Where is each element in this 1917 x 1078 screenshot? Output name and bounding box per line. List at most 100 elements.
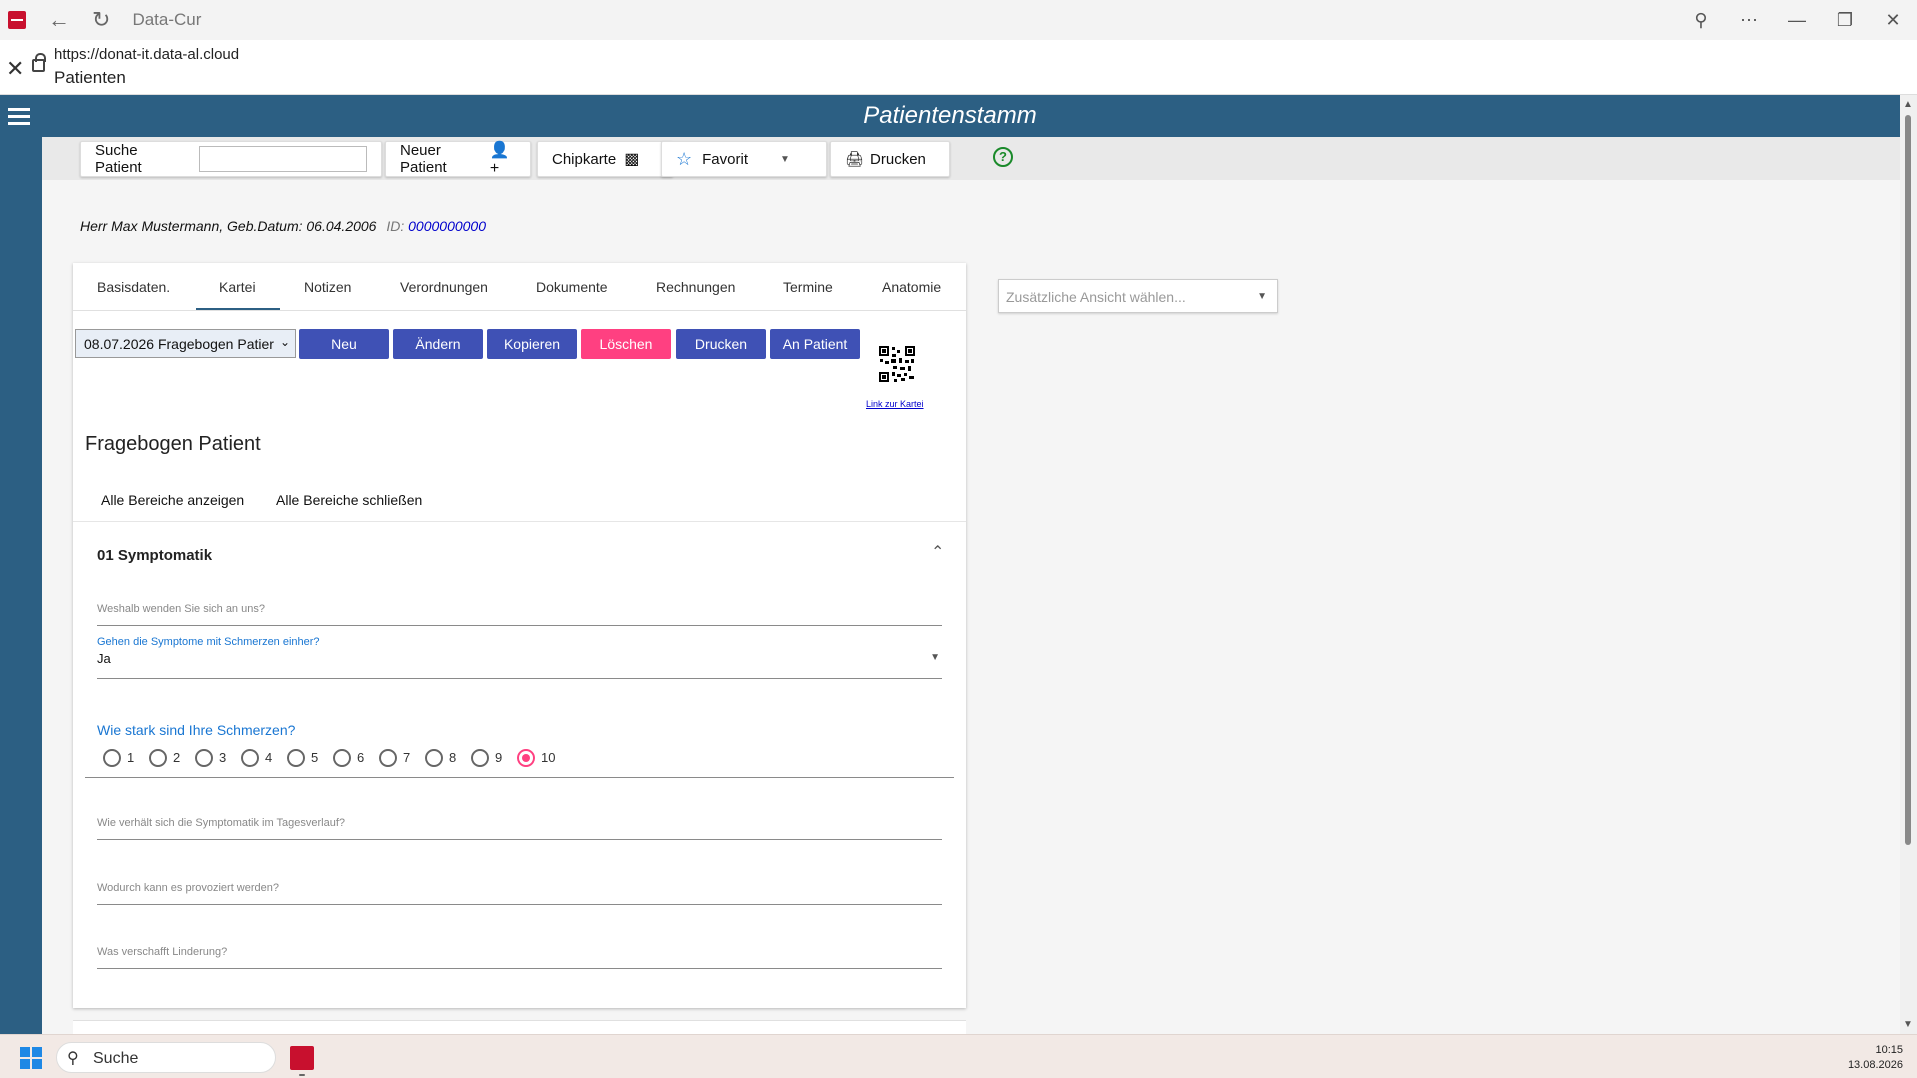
sim-card-icon: ▩ [624,151,640,168]
chevron-up-icon[interactable]: ⌃ [931,542,944,562]
patient-summary: Herr Max Mustermann, Geb.Datum: 06.04.20… [80,218,486,234]
minimize-icon[interactable]: — [1773,10,1821,31]
tab-anatomie[interactable]: Anatomie [882,279,941,295]
chipcard-label: Chipkarte [552,150,617,168]
search-patient-group: Suche Patient [80,141,382,177]
radio-label-10: 10 [541,750,556,765]
radio-label-1: 1 [127,750,135,765]
patient-toolbar: Suche Patient Neuer Patient 👤+ Chipkarte… [42,137,1900,180]
taskbar-search-label: Suche [93,1050,139,1067]
search-patient-label: Suche Patient [95,142,142,176]
patient-card: Basisdaten. Kartei Notizen Verordnungen … [73,263,966,1008]
zoom-icon[interactable]: ⚲ [1677,10,1725,31]
page-title: Patienten [54,68,126,87]
tab-verordnungen[interactable]: Verordnungen [400,279,488,295]
tab-basisdaten[interactable]: Basisdaten. [97,279,170,295]
restore-icon[interactable]: ❐ [1821,10,1869,31]
additional-view-select[interactable]: Zusätzliche Ansicht wählen... ▼ [998,279,1278,313]
reason-placeholder: Weshalb wenden Sie sich an uns? [97,603,265,615]
tab-kartei[interactable]: Kartei [219,279,256,295]
help-icon[interactable]: ? [993,147,1013,167]
card-link[interactable]: Link zur Kartei [866,399,924,409]
next-card-edge [73,1020,966,1034]
search-patient-input[interactable] [199,146,367,172]
relief-placeholder: Was verschafft Linderung? [97,946,228,958]
close-icon[interactable]: ✕ [6,58,24,80]
search-icon: ⚲ [67,1050,79,1067]
os-taskbar: ⚲ Suche 10:15 13.08.2026 [0,1034,1917,1078]
radio-6[interactable] [333,749,351,767]
print-button[interactable]: 🖨 Drucken [830,141,950,177]
copy-record-button[interactable]: Kopieren [487,329,577,359]
qr-code-icon[interactable] [878,345,916,383]
close-window-icon[interactable]: ✕ [1869,10,1917,31]
chipcard-button[interactable]: Chipkarte ▩ [537,141,673,177]
delete-record-button[interactable]: Löschen [581,329,671,359]
scroll-up-icon[interactable]: ▲ [1903,99,1913,110]
provocation-field[interactable]: Wodurch kann es provoziert werden? [97,874,942,905]
taskbar-search[interactable]: ⚲ Suche [56,1042,276,1073]
new-patient-button[interactable]: Neuer Patient 👤+ [385,141,531,177]
page-scrollbar[interactable]: ▲ ▼ [1900,95,1917,1034]
radio-7[interactable] [379,749,397,767]
windows-start-icon[interactable] [20,1047,42,1069]
radio-1[interactable] [103,749,121,767]
radio-4[interactable] [241,749,259,767]
data-al-app-icon[interactable] [290,1046,314,1070]
patient-name-dob: Herr Max Mustermann, Geb.Datum: 06.04.20… [80,218,377,234]
system-clock[interactable]: 10:15 13.08.2026 [1848,1043,1903,1073]
pain-select[interactable]: Gehen die Symptome mit Schmerzen einher?… [97,636,942,679]
radio-label-6: 6 [357,750,365,765]
radio-label-7: 7 [403,750,411,765]
radio-5[interactable] [287,749,305,767]
tab-rechnungen[interactable]: Rechnungen [656,279,735,295]
edit-record-button[interactable]: Ändern [393,329,483,359]
chevron-down-icon: ▼ [1257,291,1267,302]
close-all-sections-button[interactable]: Alle Bereiche schließen [276,492,422,508]
radio-label-9: 9 [495,750,503,765]
clock-date: 13.08.2026 [1847,1059,1903,1071]
reason-field[interactable]: Weshalb wenden Sie sich an uns? [97,595,942,626]
radio-9[interactable] [471,749,489,767]
pain-value: Ja [97,651,111,666]
relief-field[interactable]: Was verschafft Linderung? [97,938,942,969]
new-record-button[interactable]: Neu [299,329,389,359]
clock-time: 10:15 [1875,1044,1903,1056]
scroll-down-icon[interactable]: ▼ [1903,1019,1913,1030]
send-to-patient-button[interactable]: An Patient [770,329,860,359]
tab-notizen[interactable]: Notizen [304,279,351,295]
radio-10[interactable] [517,749,535,767]
print-record-button[interactable]: Drucken [676,329,766,359]
pain-intensity-label: Wie stark sind Ihre Schmerzen? [97,722,296,738]
radio-label-4: 4 [265,750,273,765]
favorite-dropdown[interactable]: ☆ Favorit ▼ [661,141,827,177]
section-title[interactable]: 01 Symptomatik [97,547,212,564]
radio-8[interactable] [425,749,443,767]
radio-label-2: 2 [173,750,181,765]
tab-termine[interactable]: Termine [783,279,833,295]
radio-label-5: 5 [311,750,319,765]
browser-titlebar: ← ↻ Data-Cur ⚲ ⋯ — ❐ ✕ [0,0,1917,40]
radio-label-3: 3 [219,750,227,765]
daily-course-field[interactable]: Wie verhält sich die Symptomatik im Tage… [97,809,942,840]
add-person-icon: 👤+ [489,142,510,177]
print-label: Drucken [870,150,926,168]
radio-3[interactable] [195,749,213,767]
scroll-thumb[interactable] [1905,115,1911,845]
record-select[interactable]: 08.07.2026 Fragebogen Patier ⌄ [75,329,296,358]
window-controls: ⚲ ⋯ — ❐ ✕ [1677,0,1917,40]
chevron-down-icon: ▼ [779,153,790,165]
tab-bar: Basisdaten. Kartei Notizen Verordnungen … [73,263,966,311]
reload-icon[interactable]: ↻ [92,9,110,31]
chevron-down-icon: ⌄ [279,335,290,349]
back-arrow-icon[interactable]: ← [48,9,70,31]
radio-2[interactable] [149,749,167,767]
show-all-sections-button[interactable]: Alle Bereiche anzeigen [101,492,244,508]
left-rail [0,137,42,1034]
more-options-icon[interactable]: ⋯ [1725,10,1773,31]
provocation-placeholder: Wodurch kann es provoziert werden? [97,882,280,894]
radio-label-8: 8 [449,750,457,765]
new-patient-label: Neuer Patient [400,142,447,176]
tab-dokumente[interactable]: Dokumente [536,279,608,295]
window-title: Data-Cur [132,10,202,29]
